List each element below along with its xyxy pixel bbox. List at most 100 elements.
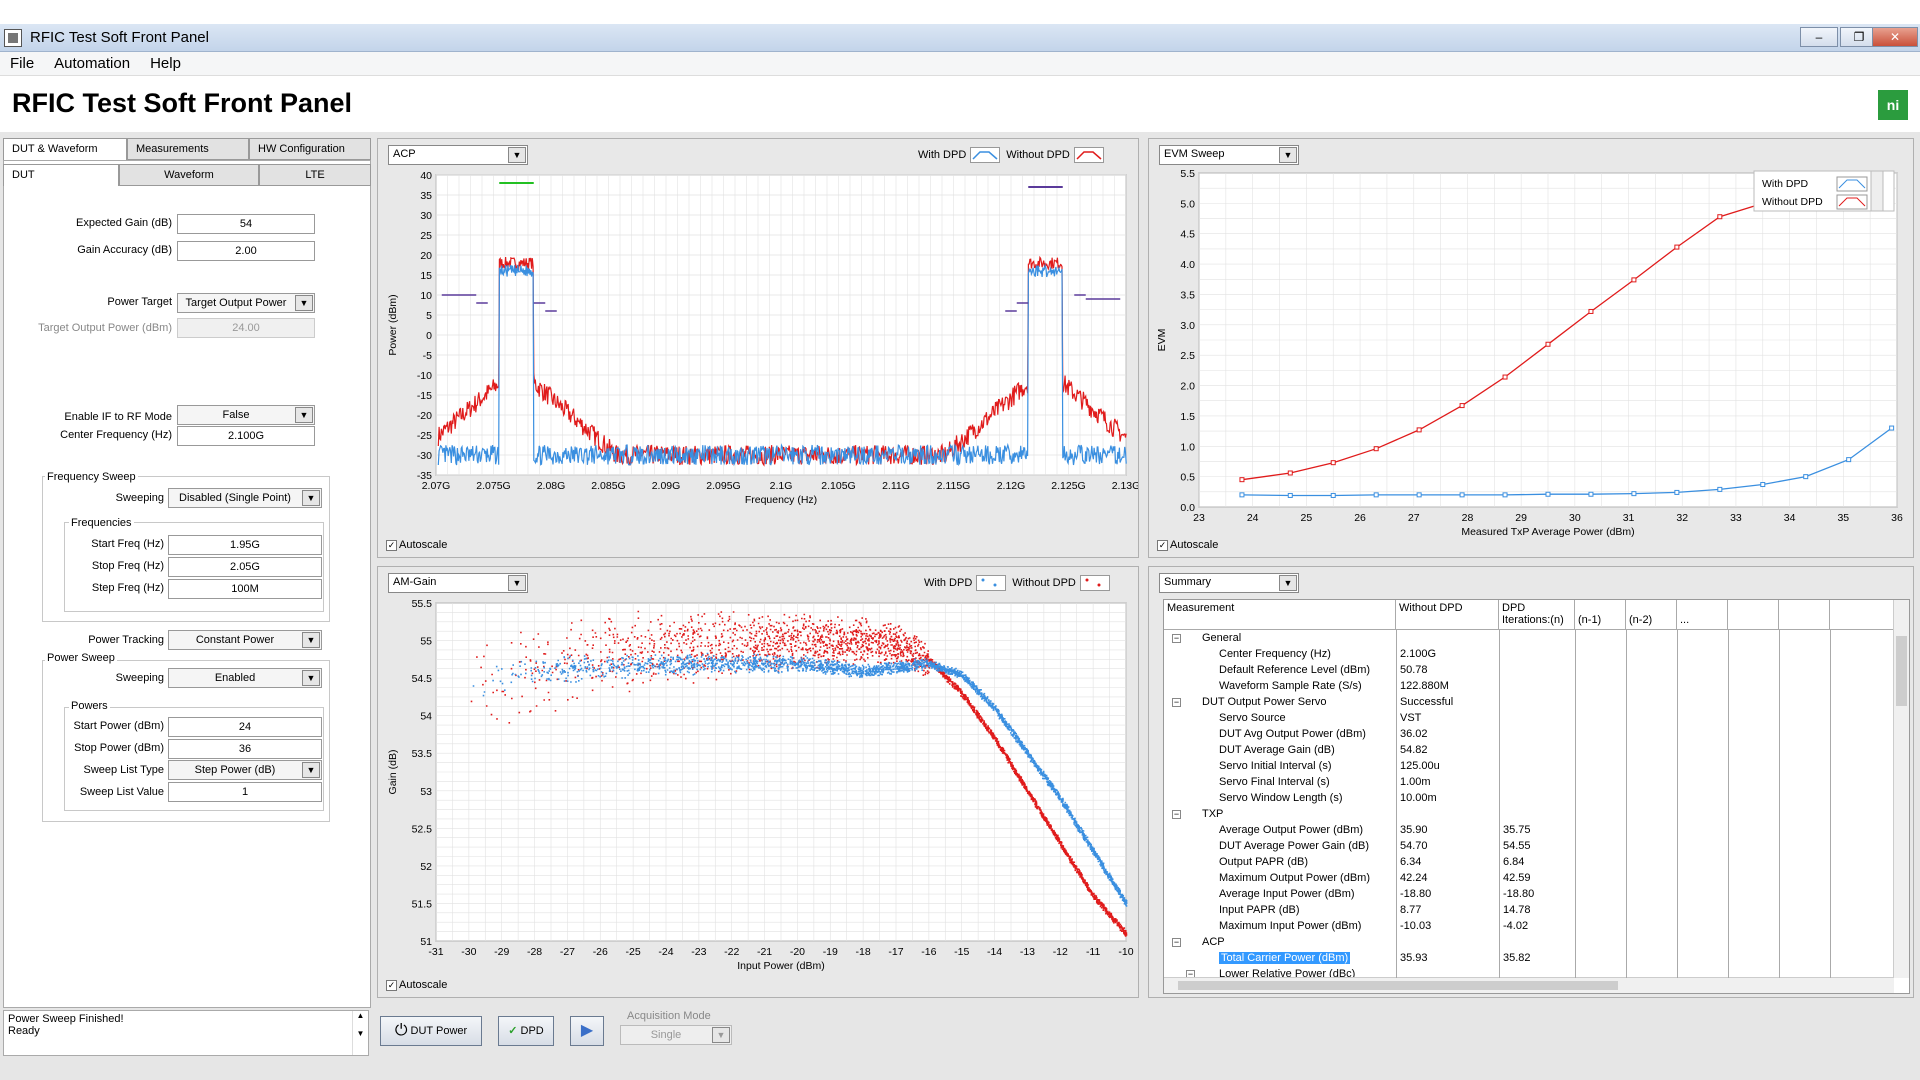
summary-row[interactable]: Maximum Output Power (dBm) 42.24 42.59 bbox=[1164, 871, 1894, 887]
power-tracking-select[interactable]: Constant Power ▼ bbox=[168, 630, 322, 650]
sweep-list-type-select[interactable]: Step Power (dB) ▼ bbox=[168, 760, 322, 780]
collapse-icon[interactable]: − bbox=[1172, 810, 1181, 819]
evm-chart[interactable]: 5.55.04.54.03.53.02.52.01.51.00.50.023 24… bbox=[1149, 169, 1913, 539]
data-point bbox=[1889, 425, 1895, 431]
collapse-icon[interactable]: − bbox=[1172, 698, 1181, 707]
summary-row[interactable]: Output PAPR (dB) 6.34 6.84 bbox=[1164, 855, 1894, 871]
summary-row[interactable]: Input PAPR (dB) 8.77 14.78 bbox=[1164, 903, 1894, 919]
measurement-label: General bbox=[1202, 632, 1242, 644]
summary-row[interactable]: Maximum Input Power (dBm) -10.03 -4.02 bbox=[1164, 919, 1894, 935]
power-sweeping-select[interactable]: Enabled ▼ bbox=[168, 668, 322, 688]
summary-row[interactable]: Servo Initial Interval (s) 125.00u bbox=[1164, 759, 1894, 775]
chevron-down-icon[interactable]: ▼ bbox=[302, 762, 320, 778]
evm-autoscale[interactable]: ✓ Autoscale bbox=[1157, 539, 1218, 551]
without-dpd-value: VST bbox=[1400, 712, 1422, 724]
dut-power-button[interactable]: ⏻ DUT Power bbox=[380, 1016, 482, 1046]
dpd-button[interactable]: ✓ DPD bbox=[498, 1016, 554, 1046]
summary-row[interactable]: DUT Avg Output Power (dBm) 36.02 bbox=[1164, 727, 1894, 743]
summary-selector[interactable]: Summary ▼ bbox=[1159, 573, 1299, 593]
power-tracking-label: Power Tracking bbox=[88, 634, 164, 646]
chevron-down-icon[interactable]: ▼ bbox=[302, 490, 320, 506]
acp-graph-selector[interactable]: ACP ▼ bbox=[388, 145, 528, 165]
tab-hw-configuration[interactable]: HW Configuration bbox=[249, 138, 371, 160]
summary-row[interactable]: Waveform Sample Rate (S/s) 122.880M bbox=[1164, 679, 1894, 695]
gain-accuracy-field[interactable]: 2.00 bbox=[177, 241, 315, 261]
y-tick-label: 2.0 bbox=[1180, 381, 1195, 393]
checkbox-icon[interactable]: ✓ bbox=[386, 539, 397, 551]
checkbox-icon[interactable]: ✓ bbox=[386, 979, 397, 991]
summary-row[interactable]: − General bbox=[1164, 631, 1894, 647]
tab-dut-waveform[interactable]: DUT & Waveform bbox=[3, 138, 127, 160]
minimize-button[interactable]: – bbox=[1800, 27, 1838, 47]
acquisition-mode-label: Acquisition Mode bbox=[627, 1010, 711, 1022]
close-button[interactable]: ✕ bbox=[1872, 27, 1918, 47]
data-point bbox=[1588, 308, 1594, 314]
sweep-list-value-field[interactable]: 1 bbox=[168, 782, 322, 802]
menu-file[interactable]: File bbox=[0, 52, 44, 75]
x-tick-label: 2.09G bbox=[652, 480, 681, 492]
summary-row[interactable]: Servo Source VST bbox=[1164, 711, 1894, 727]
checkbox-icon[interactable]: ✓ bbox=[1157, 539, 1168, 551]
scroll-thumb[interactable] bbox=[1178, 981, 1618, 990]
center-frequency-field[interactable]: 2.100G bbox=[177, 426, 315, 446]
summary-row[interactable]: Default Reference Level (dBm) 50.78 bbox=[1164, 663, 1894, 679]
am-gain-legend: With DPD Without DPD bbox=[924, 575, 1116, 591]
acp-legend: With DPD Without DPD bbox=[918, 147, 1110, 163]
status-scrollbar[interactable]: ▲ ▼ bbox=[352, 1011, 368, 1055]
chevron-down-icon[interactable]: ▼ bbox=[712, 1027, 730, 1043]
stop-freq-label: Stop Freq (Hz) bbox=[91, 560, 164, 572]
step-freq-field[interactable]: 100M bbox=[168, 579, 322, 599]
chevron-down-icon[interactable]: ▼ bbox=[508, 147, 526, 163]
x-tick-label: -15 bbox=[954, 946, 969, 958]
summary-row[interactable]: Center Frequency (Hz) 2.100G bbox=[1164, 647, 1894, 663]
chevron-down-icon[interactable]: ▼ bbox=[508, 575, 526, 591]
chevron-down-icon[interactable]: ▼ bbox=[1279, 147, 1297, 163]
run-button[interactable]: ▶ bbox=[570, 1016, 604, 1046]
summary-row[interactable]: DUT Average Power Gain (dB) 54.70 54.55 bbox=[1164, 839, 1894, 855]
menu-automation[interactable]: Automation bbox=[44, 52, 140, 75]
am-gain-chart[interactable]: 55.55554.55453.55352.55251.551-31 -30 -29-… bbox=[378, 597, 1138, 979]
chevron-down-icon[interactable]: ▼ bbox=[302, 632, 320, 648]
without-dpd-value: 122.880M bbox=[1400, 680, 1449, 692]
power-target-select[interactable]: Target Output Power ▼ bbox=[177, 293, 315, 313]
chevron-down-icon[interactable]: ▼ bbox=[302, 670, 320, 686]
summary-row[interactable]: − TXP bbox=[1164, 807, 1894, 823]
summary-row[interactable]: Servo Final Interval (s) 1.00m bbox=[1164, 775, 1894, 791]
summary-vscrollbar[interactable] bbox=[1893, 600, 1909, 978]
app-icon bbox=[4, 29, 22, 47]
freq-sweeping-select[interactable]: Disabled (Single Point) ▼ bbox=[168, 488, 322, 508]
acp-autoscale[interactable]: ✓ Autoscale bbox=[386, 539, 447, 551]
start-power-field[interactable]: 24 bbox=[168, 717, 322, 737]
summary-row[interactable]: Average Output Power (dBm) 35.90 35.75 bbox=[1164, 823, 1894, 839]
evm-graph-selector[interactable]: EVM Sweep ▼ bbox=[1159, 145, 1299, 165]
measurement-label: Servo Source bbox=[1219, 712, 1286, 724]
summary-row[interactable]: Servo Window Length (s) 10.00m bbox=[1164, 791, 1894, 807]
chevron-down-icon[interactable]: ▼ bbox=[295, 407, 313, 423]
acquisition-mode-select[interactable]: Single ▼ bbox=[620, 1025, 732, 1045]
tab-lte[interactable]: LTE bbox=[259, 164, 371, 186]
summary-row[interactable]: Average Input Power (dBm) -18.80 -18.80 bbox=[1164, 887, 1894, 903]
summary-row[interactable]: − DUT Output Power Servo Successful bbox=[1164, 695, 1894, 711]
summary-hscrollbar[interactable] bbox=[1164, 977, 1894, 993]
enable-if-select[interactable]: False ▼ bbox=[177, 405, 315, 425]
start-freq-field[interactable]: 1.95G bbox=[168, 535, 322, 555]
tab-measurements[interactable]: Measurements bbox=[127, 138, 249, 160]
chevron-down-icon[interactable]: ▼ bbox=[1279, 575, 1297, 591]
collapse-icon[interactable]: − bbox=[1172, 634, 1181, 643]
summary-row[interactable]: − ACP bbox=[1164, 935, 1894, 951]
stop-freq-field[interactable]: 2.05G bbox=[168, 557, 322, 577]
chevron-down-icon[interactable]: ▼ bbox=[295, 295, 313, 311]
am-gain-autoscale[interactable]: ✓ Autoscale bbox=[386, 979, 447, 991]
summary-row[interactable]: Total Carrier Power (dBm) 35.93 35.82 bbox=[1164, 951, 1894, 967]
am-gain-graph-selector[interactable]: AM-Gain ▼ bbox=[388, 573, 528, 593]
menu-help[interactable]: Help bbox=[140, 52, 191, 75]
tab-dut[interactable]: DUT bbox=[3, 164, 119, 186]
stop-power-field[interactable]: 36 bbox=[168, 739, 322, 759]
tab-waveform[interactable]: Waveform bbox=[119, 164, 259, 186]
acp-chart[interactable]: 4035302520151050-5-10-15-20-25-30-352.07… bbox=[378, 169, 1138, 539]
collapse-icon[interactable]: − bbox=[1172, 938, 1181, 947]
summary-tree[interactable]: Measurement Without DPD DPD Iterations:(… bbox=[1163, 599, 1910, 994]
expected-gain-field[interactable]: 54 bbox=[177, 214, 315, 234]
summary-row[interactable]: DUT Average Gain (dB) 54.82 bbox=[1164, 743, 1894, 759]
scroll-thumb[interactable] bbox=[1896, 636, 1907, 706]
